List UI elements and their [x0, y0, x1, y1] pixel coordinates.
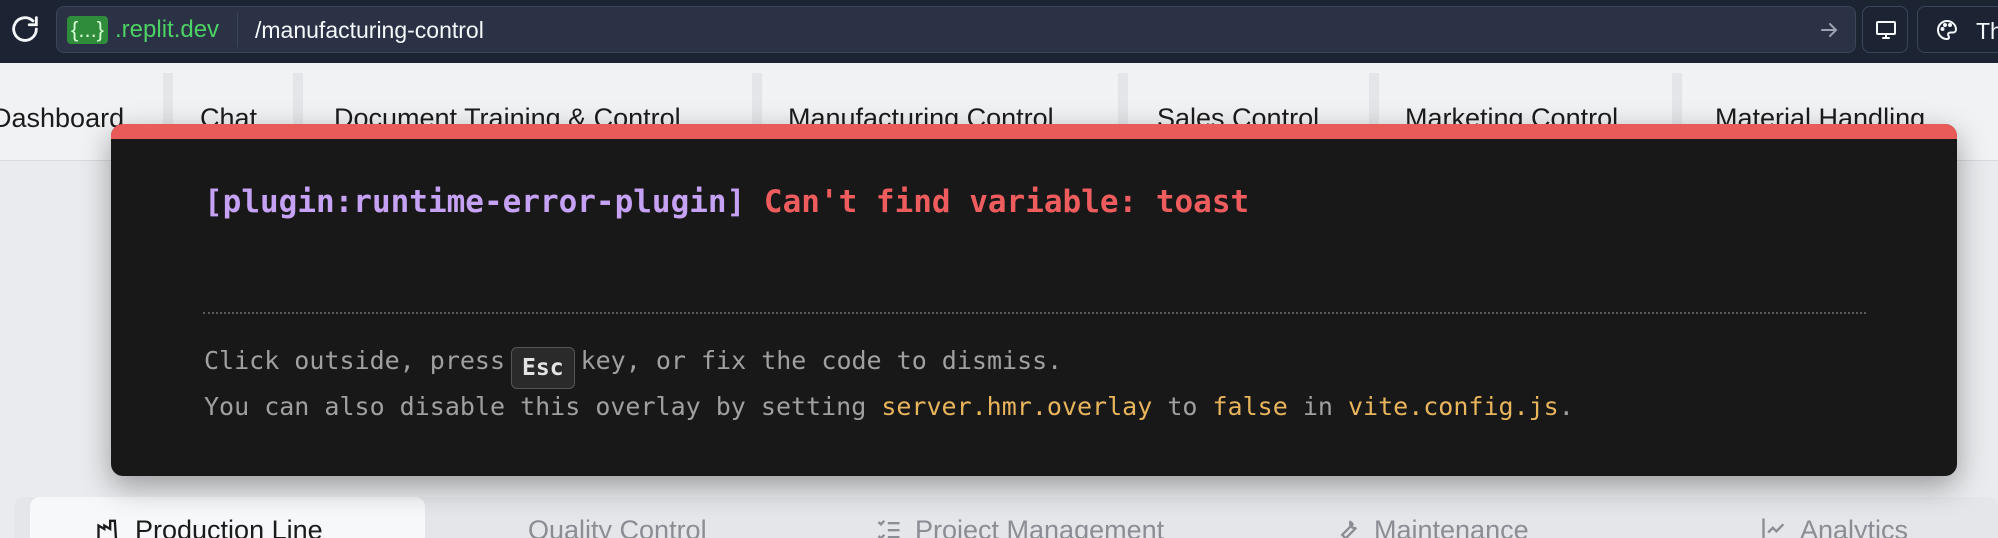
palette-icon [1937, 19, 1958, 41]
sub-tab-maintenance[interactable]: Maintenance [1334, 497, 1529, 538]
error-title: [plugin:runtime-error-plugin] Can't find… [204, 184, 1249, 220]
dismiss-tip: Click outside, press Esc key, or fix the c… [204, 346, 1062, 389]
config-key: server.hmr.overlay [881, 392, 1153, 421]
chart-line-icon [1762, 518, 1785, 538]
sub-tab-label: Analytics [1800, 515, 1909, 538]
sub-tab-project-management[interactable]: Project Management [875, 497, 1164, 538]
error-message: Can't find variable: toast [763, 184, 1250, 220]
host-badge: {...} [67, 16, 109, 44]
tip-text: Click outside, press [204, 346, 506, 375]
config-file: vite.config.js [1348, 392, 1559, 421]
theme-label: Th [1976, 18, 1998, 44]
address-bar[interactable]: {...} .replit.dev /manufacturing-control [56, 6, 1856, 53]
url-path[interactable]: /manufacturing-control [255, 16, 484, 44]
reload-icon[interactable] [8, 12, 42, 46]
error-plugin-name: [plugin:runtime-error-plugin] [204, 184, 746, 220]
theme-button[interactable]: Th [1917, 6, 1998, 53]
disable-overlay-tip: You can also disable this overlay by set… [204, 392, 1574, 422]
tip-text: in [1302, 392, 1333, 421]
device-preview-button[interactable] [1862, 6, 1908, 53]
divider [203, 312, 1866, 314]
sub-tab-label: Project Management [915, 515, 1165, 538]
sub-tab-label: Maintenance [1374, 515, 1529, 538]
nav-tab-dashboard[interactable]: Dashboard [0, 63, 124, 161]
tip-text: to [1167, 392, 1198, 421]
tip-text: key, or fix the code to dismiss. [580, 346, 1063, 375]
sub-tab-production-line[interactable]: Production Line [95, 497, 323, 538]
tip-text: . [1558, 392, 1574, 421]
wrench-icon [1340, 520, 1357, 538]
arrow-right-icon[interactable] [1817, 18, 1841, 42]
sub-tab-label: Quality Control [528, 515, 707, 538]
error-accent-bar [111, 124, 1957, 139]
error-overlay[interactable]: [plugin:runtime-error-plugin] Can't find… [111, 124, 1957, 476]
browser-toolbar: {...} .replit.dev /manufacturing-control… [0, 0, 1998, 63]
esc-key: Esc [511, 347, 575, 389]
tip-text: You can also disable this overlay by set… [204, 392, 867, 421]
monitor-icon [1876, 21, 1896, 39]
url-divider [237, 13, 238, 47]
config-value: false [1212, 392, 1288, 421]
sub-tab-analytics[interactable]: Analytics [1760, 497, 1908, 538]
sub-tab-label: Production Line [135, 515, 323, 538]
host-domain: .replit.dev [115, 16, 220, 43]
checklist-icon [877, 520, 900, 538]
factory-icon [97, 519, 118, 538]
sub-tab-quality-control[interactable]: Quality Control [528, 497, 707, 538]
